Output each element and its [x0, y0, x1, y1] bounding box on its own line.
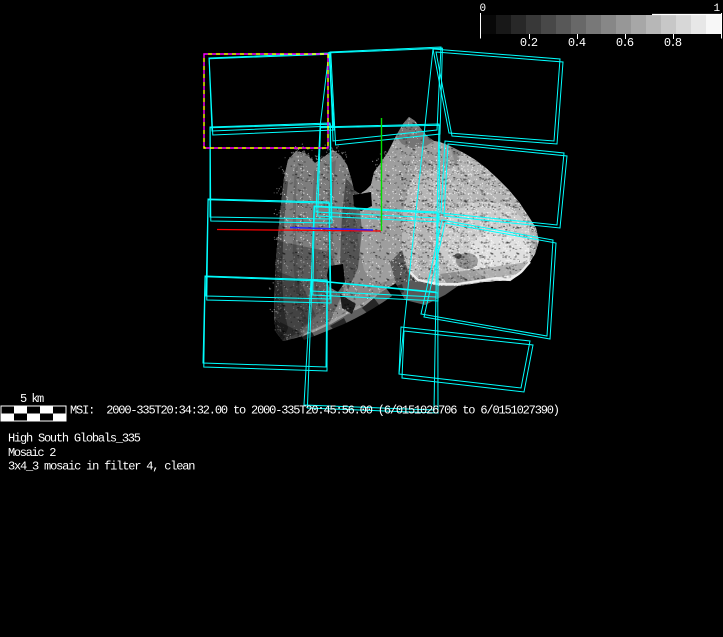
svg-text:Mosaic 2: Mosaic 2 [8, 446, 56, 460]
svg-text:5 km: 5 km [20, 392, 44, 406]
svg-text:MSI: 2000-335T20:34:32.00 to: MSI: 2000-335T20:34:32.00 to 2000-335T20… [70, 404, 560, 418]
svg-text:High South Globals_335: High South Globals_335 [8, 432, 141, 446]
svg-text:0.2: 0.2 [520, 36, 538, 50]
svg-text:3x4_3 mosaic in filter 4, clea: 3x4_3 mosaic in filter 4, clean [8, 460, 195, 474]
svg-text:0: 0 [480, 3, 487, 15]
svg-text:0.6: 0.6 [616, 36, 634, 50]
svg-text:0.4: 0.4 [568, 36, 586, 50]
svg-text:1: 1 [714, 3, 721, 15]
svg-text:0.8: 0.8 [664, 36, 682, 50]
